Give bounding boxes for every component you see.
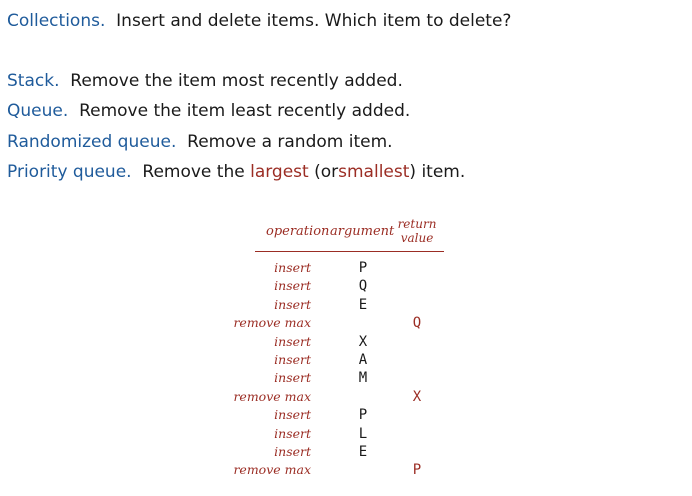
row-argument: A [358,352,368,368]
definition-priority-queue: Priority queue. Remove the largest (orsm… [7,161,465,183]
intro-text: Insert and delete items. Which item to d… [116,11,512,31]
priority-largest: largest [250,162,309,182]
table-row: insert A [0,351,692,369]
row-operation: remove max [233,388,311,404]
table-row: insert X [0,333,692,351]
definition-randomized-queue: Randomized queue. Remove a random item. [7,131,393,153]
row-operation: insert [274,296,311,312]
row-argument: P [358,260,368,276]
priority-text-mid: (or [314,162,339,182]
row-return: P [412,462,422,479]
header-rule [255,251,444,252]
table-row: insert E [0,443,692,461]
row-argument: M [358,370,368,387]
priority-term: Priority queue. [7,162,132,182]
table-row: remove max X [0,388,692,406]
table-row: remove max Q [0,314,692,332]
definition-queue: Queue. Remove the item least recently ad… [7,100,410,122]
definition-text: Remove a random item. [187,132,393,152]
table-row: insert P [0,406,692,424]
row-operation: remove max [233,462,311,478]
header-return-line2: value [400,231,434,245]
table-row: insert Q [0,277,692,295]
header-return-line1: return [397,217,437,231]
row-return: Q [412,315,422,332]
row-operation: insert [274,407,311,423]
row-operation: insert [274,278,311,294]
row-operation: insert [274,425,311,441]
row-argument: L [358,425,368,442]
table-row: insert E [0,296,692,314]
table-row: insert L [0,425,692,443]
intro-line: Collections. Insert and delete items. Wh… [7,10,511,32]
row-argument: P [358,407,368,424]
row-return: X [412,388,422,405]
definition-term: Queue. [7,101,69,121]
header-argument: argument [330,224,395,239]
row-argument: E [358,296,368,313]
row-operation: insert [274,352,311,367]
priority-smallest: smallest [338,162,410,182]
definition-stack: Stack. Remove the item most recently add… [7,70,403,92]
row-argument: E [358,444,368,460]
row-operation: insert [274,370,311,386]
slide: { "intro": { "term": "Collections.", "te… [0,0,692,496]
table-row: insert P [0,259,692,277]
priority-text-after: ) item. [409,162,466,182]
row-operation: remove max [233,315,311,331]
definition-text: Remove the item most recently added. [70,71,403,91]
header-operation: operation [266,224,330,239]
row-operation: insert [274,260,311,275]
row-operation: insert [274,333,311,349]
priority-text-before: Remove the [142,162,245,182]
definition-text: Remove the item least recently added. [79,101,411,121]
table-row: remove max P [0,461,692,479]
row-operation: insert [274,444,311,459]
intro-term: Collections. [7,11,106,31]
row-argument: X [358,333,368,350]
definition-term: Stack. [7,71,60,91]
row-argument: Q [358,278,368,295]
definition-term: Randomized queue. [7,132,177,152]
table-row: insert M [0,369,692,387]
